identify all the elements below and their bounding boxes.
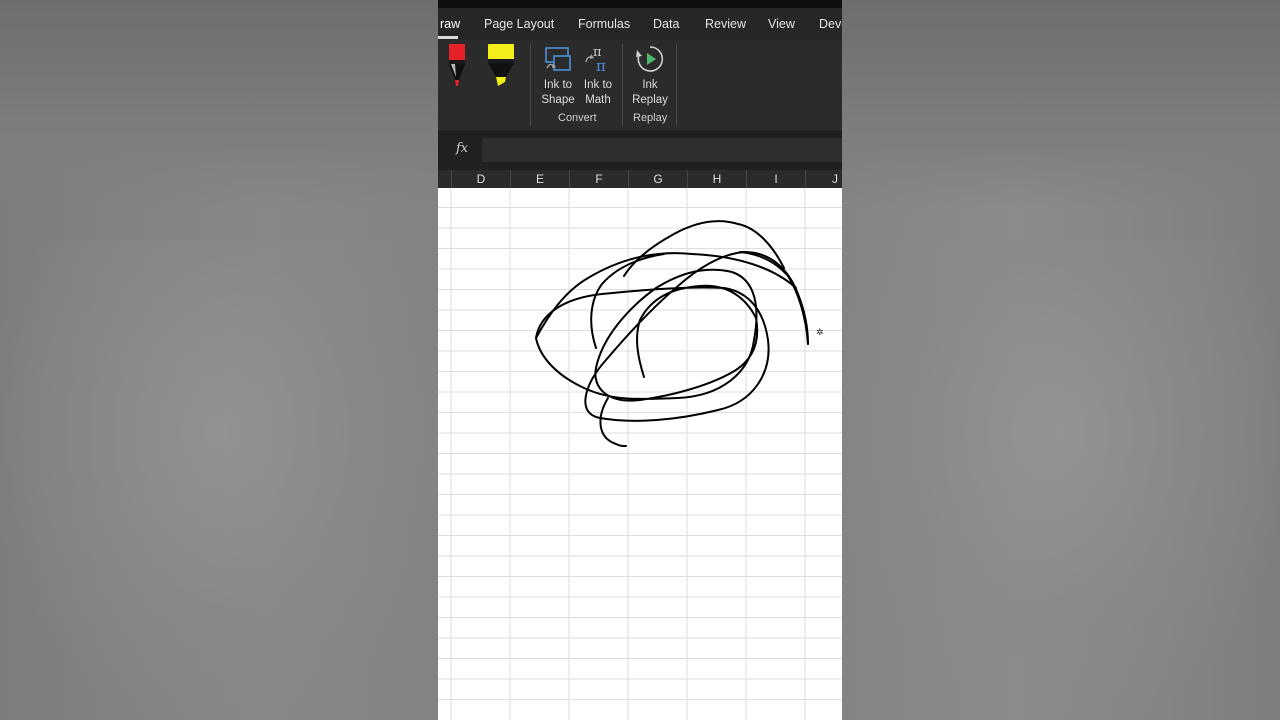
tab-data[interactable]: Data bbox=[653, 17, 679, 31]
svg-text:π: π bbox=[596, 57, 606, 74]
ink-to-shape-label-2: Shape bbox=[541, 94, 575, 106]
column-header-i[interactable]: I bbox=[746, 170, 805, 188]
highlighter-icon bbox=[488, 44, 514, 86]
ribbon-divider bbox=[676, 44, 677, 126]
ink-replay-label-1: Ink bbox=[642, 79, 658, 91]
tab-draw[interactable]: raw bbox=[440, 17, 460, 31]
ink-replay-label-2: Replay bbox=[632, 94, 668, 106]
tab-developer[interactable]: Deve bbox=[819, 17, 842, 31]
formula-input[interactable] bbox=[482, 138, 842, 162]
pen-cursor-icon: ✲ bbox=[816, 327, 824, 337]
function-icon[interactable]: fx bbox=[456, 141, 468, 156]
ink-scribble-drawing[interactable] bbox=[438, 188, 842, 720]
draw-ribbon: Ink to Shape π π Ink to Math Convert Ink… bbox=[438, 40, 842, 130]
tab-page-layout[interactable]: Page Layout bbox=[484, 17, 554, 31]
ribbon-tabs: raw Page Layout Formulas Data Review Vie… bbox=[438, 8, 842, 40]
ink-to-math-icon: π π bbox=[585, 45, 606, 74]
column-header-h[interactable]: H bbox=[687, 170, 746, 188]
ink-to-shape-button[interactable]: Ink to Shape bbox=[540, 44, 576, 108]
ribbon-divider bbox=[530, 44, 531, 126]
active-tab-indicator bbox=[438, 36, 458, 39]
column-header-f[interactable]: F bbox=[569, 170, 628, 188]
ribbon-divider bbox=[622, 44, 623, 126]
yellow-highlighter-button[interactable] bbox=[487, 44, 517, 93]
blurred-background-left bbox=[0, 0, 438, 720]
ink-to-shape-label-1: Ink to bbox=[543, 79, 573, 91]
column-header-e[interactable]: E bbox=[510, 170, 569, 188]
group-label-convert: Convert bbox=[558, 112, 597, 124]
formula-bar: fx bbox=[438, 130, 842, 170]
pen-icon bbox=[449, 44, 465, 86]
spreadsheet-grid[interactable]: ✲ bbox=[438, 188, 842, 720]
tab-formulas[interactable]: Formulas bbox=[578, 17, 630, 31]
column-header-g[interactable]: G bbox=[628, 170, 687, 188]
column-headers: D E F G H I J bbox=[438, 170, 842, 189]
title-strip bbox=[438, 0, 842, 8]
ink-to-math-label-1: Ink to bbox=[583, 79, 613, 91]
ink-to-math-button[interactable]: π π Ink to Math bbox=[580, 44, 616, 108]
ink-replay-button[interactable]: Ink Replay bbox=[631, 44, 669, 108]
blurred-background-right bbox=[842, 0, 1280, 720]
ink-replay-icon bbox=[636, 46, 664, 72]
ink-to-math-label-2: Math bbox=[585, 94, 611, 106]
column-header-j[interactable]: J bbox=[805, 170, 842, 188]
ink-to-shape-icon bbox=[545, 47, 571, 71]
group-label-replay: Replay bbox=[633, 112, 668, 124]
red-pen-button[interactable] bbox=[447, 44, 467, 93]
tab-review[interactable]: Review bbox=[705, 17, 746, 31]
tab-view[interactable]: View bbox=[768, 17, 795, 31]
excel-window: raw Page Layout Formulas Data Review Vie… bbox=[438, 0, 842, 720]
column-header-d[interactable]: D bbox=[451, 170, 510, 188]
